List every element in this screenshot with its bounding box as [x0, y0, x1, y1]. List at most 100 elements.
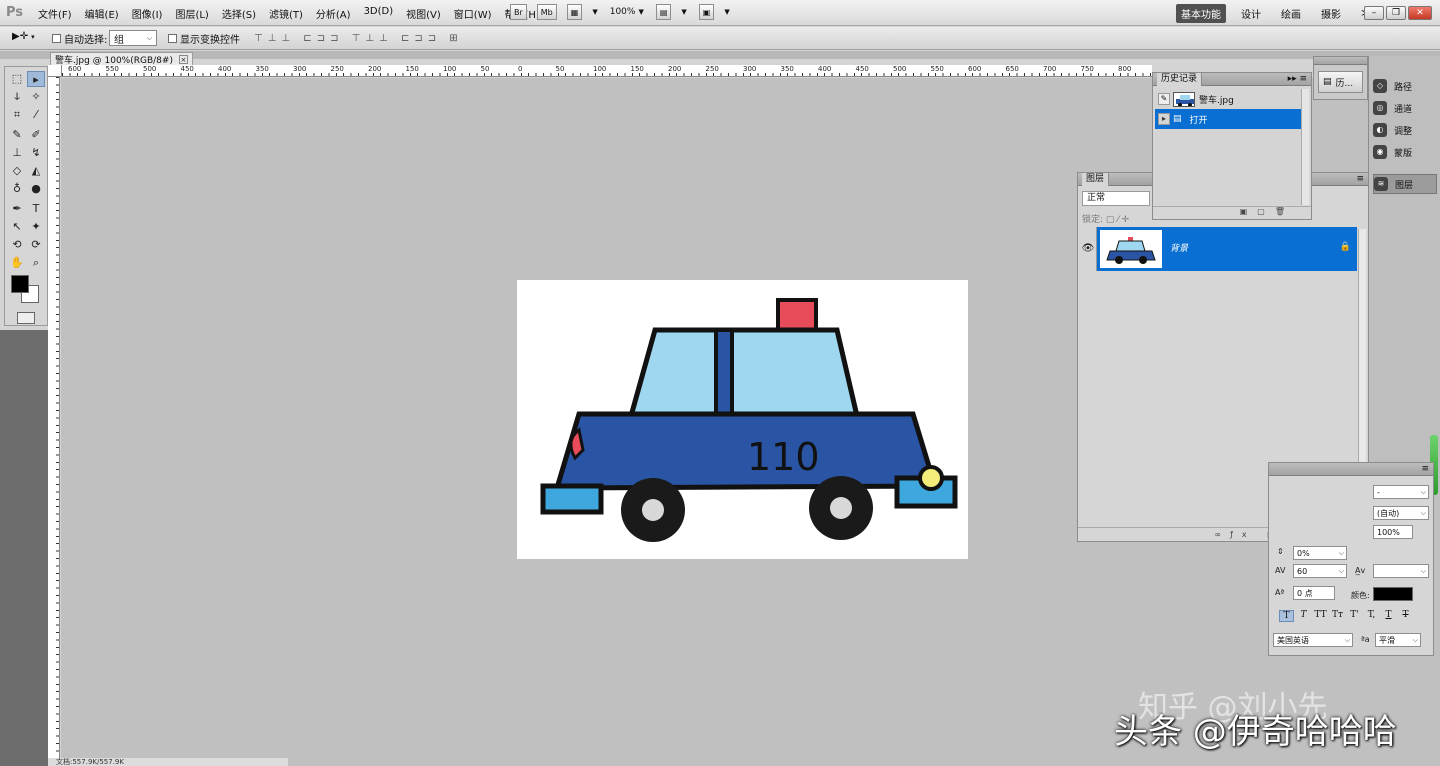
dock-item-adjustments[interactable]: ◐ 调整 [1373, 120, 1437, 140]
tool-preset-picker[interactable]: ▶✛ ▾ [12, 31, 35, 42]
view-extras-button[interactable]: ▦ [566, 4, 583, 20]
all-caps-button[interactable]: TT [1313, 610, 1328, 622]
menu-layer[interactable]: 图层(L) [175, 6, 208, 21]
close-tab-icon[interactable]: × [178, 54, 188, 64]
crop-tool-icon[interactable]: ⌗ [8, 107, 26, 123]
document-image[interactable]: 110 [517, 280, 968, 559]
history-scrollbar[interactable] [1301, 89, 1309, 205]
arrange-documents-button[interactable]: ▤ [655, 4, 672, 20]
layer-name[interactable]: 背景 [1170, 241, 1188, 254]
clone-stamp-icon[interactable]: ⊥ [8, 145, 26, 161]
pen-tool-icon[interactable]: ✒ [8, 201, 26, 217]
blur-tool-icon[interactable]: ♁ [8, 181, 26, 197]
faux-bold-button[interactable]: T [1279, 610, 1294, 622]
underline-button[interactable]: T [1381, 610, 1396, 622]
tracking-pct-field[interactable]: 0% ⌵ [1293, 546, 1347, 560]
ruler-origin[interactable] [48, 65, 62, 77]
restore-button[interactable]: ❐ [1386, 6, 1406, 20]
chevron-down-icon[interactable]: ▼ [638, 8, 643, 16]
menu-file[interactable]: 文件(F) [38, 6, 72, 21]
menu-window[interactable]: 窗口(W) [454, 6, 492, 21]
panel-menu-icon[interactable]: ≡ [1356, 174, 1364, 184]
history-snapshot[interactable]: ✎ 警车.jpg [1155, 89, 1301, 109]
dock-item-layers[interactable]: ≋ 图层 [1373, 174, 1437, 194]
document-tab[interactable]: 警车.jpg @ 100%(RGB/8#) × [50, 52, 193, 66]
auto-select-dropdown[interactable]: 组 ⌵ [109, 30, 157, 46]
layers-panel-title[interactable]: 图层 [1082, 172, 1110, 186]
history-state-open[interactable]: ▸ ▤ 打开 [1155, 109, 1301, 129]
zoom-tool-icon[interactable]: ⌕ [27, 255, 45, 271]
chevron-down-icon[interactable]: ▼ [724, 8, 729, 16]
vertical-ruler[interactable] [48, 77, 60, 766]
auto-select-checkbox[interactable] [52, 34, 61, 43]
align-distribute-icons[interactable]: ⊤⊥⊥ ⊏⊐⊐ ⊤⊥⊥ ⊏⊐⊐ ⊞ [254, 33, 463, 44]
chevron-down-icon[interactable]: ▼ [592, 8, 597, 16]
screen-mode-button[interactable]: ▣ [698, 4, 715, 20]
move-tool-icon[interactable]: ▸ [27, 71, 45, 87]
magic-wand-icon[interactable]: ✧ [27, 89, 45, 105]
path-selection-icon[interactable]: ↖ [8, 219, 26, 235]
minimize-button[interactable]: – [1364, 6, 1384, 20]
superscript-button[interactable]: T' [1347, 610, 1362, 622]
blend-mode-select[interactable]: 正常 [1082, 191, 1150, 206]
menu-edit[interactable]: 编辑(E) [85, 6, 119, 21]
vertical-scale-field[interactable]: 100% [1373, 525, 1413, 539]
foreground-color-front[interactable] [11, 275, 29, 293]
menu-3d[interactable]: 3D(D) [364, 6, 394, 21]
lasso-tool-icon[interactable]: ↆ [8, 89, 26, 105]
paint-bucket-icon[interactable]: ◭ [27, 163, 45, 179]
quick-mask-button[interactable] [17, 312, 35, 324]
bridge-button[interactable]: Br [510, 4, 527, 20]
brush-tool-icon[interactable]: ✐ [27, 127, 45, 143]
panel-menu-icon[interactable]: ≡ [1421, 464, 1429, 474]
workspace-photography[interactable]: 摄影 [1316, 4, 1346, 23]
hand-tool-icon[interactable]: ✋ [8, 255, 26, 271]
leading-field[interactable]: (自动) ⌵ [1373, 506, 1429, 520]
layer-row-background[interactable]: 👁 背景 🔒 [1080, 227, 1357, 271]
mini-bridge-button[interactable]: Mb [536, 4, 557, 20]
history-brush-source-icon[interactable]: ✎ [1158, 93, 1170, 105]
visibility-eye-icon[interactable]: 👁 [1080, 227, 1097, 271]
menu-analysis[interactable]: 分析(A) [316, 6, 351, 21]
workspace-design[interactable]: 设计 [1236, 4, 1266, 23]
faux-italic-button[interactable]: T [1296, 610, 1311, 622]
history-footer-buttons[interactable]: ▣▢🗑 [1153, 206, 1311, 219]
dock-item-masks[interactable]: ◉ 蒙版 [1373, 142, 1437, 162]
eraser-tool-icon[interactable]: ◇ [8, 163, 26, 179]
font-size-dropdown[interactable]: - ⌵ [1373, 485, 1429, 499]
dodge-tool-icon[interactable]: ● [27, 181, 45, 197]
show-transform-checkbox[interactable] [168, 34, 177, 43]
subscript-button[interactable]: T, [1364, 610, 1379, 622]
eyedropper-icon[interactable]: ⁄ [27, 107, 45, 123]
chevron-down-icon[interactable]: ▼ [681, 8, 686, 16]
menu-image[interactable]: 图像(I) [132, 6, 163, 21]
type-tool-icon[interactable]: T [27, 201, 45, 217]
marquee-tool-icon[interactable]: ⬚ [8, 71, 26, 87]
close-button[interactable]: ✕ [1408, 6, 1432, 20]
workspace-essentials[interactable]: 基本功能 [1176, 4, 1226, 23]
shape-tool-icon[interactable]: ✦ [27, 219, 45, 235]
menu-select[interactable]: 选择(S) [222, 6, 256, 21]
antialias-dropdown[interactable]: 平滑 ⌵ [1375, 633, 1421, 647]
small-caps-button[interactable]: Tт [1330, 610, 1345, 622]
menu-filter[interactable]: 滤镜(T) [269, 6, 303, 21]
healing-brush-icon[interactable]: ✎ [8, 127, 26, 143]
language-dropdown[interactable]: 美国英语 ⌵ [1273, 633, 1353, 647]
strikethrough-button[interactable]: T [1398, 610, 1413, 622]
menu-view[interactable]: 视图(V) [406, 6, 441, 21]
history-panel-title[interactable]: 历史记录 [1157, 72, 1203, 86]
3d-rotate-icon[interactable]: ⟲ [8, 237, 26, 253]
dock-item-channels[interactable]: ◎ 通道 [1373, 98, 1437, 118]
state-brush-icon[interactable]: ▸ [1158, 113, 1170, 125]
baseline-shift-field[interactable]: 0 点 [1293, 586, 1335, 600]
tracking-field[interactable]: ⌵ [1373, 564, 1429, 578]
horizontal-ruler[interactable]: 600 550 500 450 400 350 300 250 200 150 100 50 0 50 10… [62, 65, 1152, 77]
text-color-swatch[interactable] [1373, 587, 1413, 601]
kerning-field[interactable]: 60 ⌵ [1293, 564, 1347, 578]
workspace-painting[interactable]: 绘画 [1276, 4, 1306, 23]
history-dock-button[interactable]: ▤ 历... [1318, 71, 1363, 93]
panel-menu-icon[interactable]: ▸▸ ≡ [1288, 74, 1307, 84]
history-brush-icon[interactable]: ↯ [27, 145, 45, 161]
dock-item-paths[interactable]: ◇ 路径 [1373, 76, 1437, 96]
lock-icons[interactable]: ▢ ⁄ ✛ [1106, 215, 1129, 225]
